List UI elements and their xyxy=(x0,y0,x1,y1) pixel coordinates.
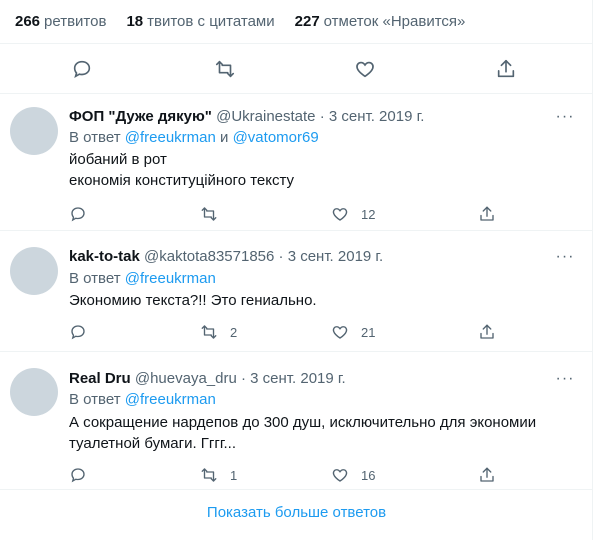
like-count: 21 xyxy=(361,324,376,340)
tweet-date[interactable]: 3 сент. 2019 г. xyxy=(329,108,425,125)
show-more-replies-link[interactable]: Показать больше ответов xyxy=(0,504,593,521)
like-icon xyxy=(332,208,348,221)
in-reply-to: В ответ @freeukrman xyxy=(69,269,216,289)
mention-joiner: и xyxy=(220,129,229,146)
reply-icon xyxy=(73,60,91,79)
reply-button[interactable] xyxy=(69,56,95,82)
like-icon xyxy=(356,61,374,78)
reply-tweet[interactable]: ФОП "Дуже дякую" @Ukrainestate · 3 сент.… xyxy=(0,94,593,231)
tweet-date[interactable]: 3 сент. 2019 г. xyxy=(288,248,384,265)
retweet-button[interactable] xyxy=(212,56,238,82)
share-button[interactable] xyxy=(478,322,496,342)
in-reply-to: В ответ @freeukrman xyxy=(69,390,216,410)
more-icon: ··· xyxy=(555,108,575,125)
retweet-icon xyxy=(201,468,217,482)
conversation-panel: 266 ретвитов 18 твитов с цитатами 227 отмет… xyxy=(0,0,593,540)
tweet-stats: 266 ретвитов 18 твитов с цитатами 227 отмет… xyxy=(0,0,593,44)
like-button[interactable]: 12 xyxy=(331,204,375,224)
reply-button[interactable] xyxy=(69,465,87,485)
share-button[interactable] xyxy=(478,204,496,224)
more-options-button[interactable]: ··· xyxy=(555,247,575,267)
author-handle[interactable]: @Ukrainestate xyxy=(216,108,315,125)
like-count: 16 xyxy=(361,467,376,483)
in-reply-prefix: В ответ xyxy=(69,270,121,287)
likes-stat[interactable]: 227 отметок «Нравится» xyxy=(295,13,466,30)
share-button[interactable] xyxy=(493,56,519,82)
avatar[interactable] xyxy=(10,247,58,295)
author-name[interactable]: Real Dru xyxy=(69,370,131,387)
tweet-text-line: економія конституційного тексту xyxy=(69,172,295,189)
like-button[interactable]: 21 xyxy=(331,322,375,342)
avatar[interactable] xyxy=(10,107,58,155)
share-icon xyxy=(480,467,494,482)
retweet-count: 2 xyxy=(230,324,238,340)
reply-button[interactable] xyxy=(69,204,87,224)
reply-header: kak-to-tak @kaktota83571856 · 3 сент. 20… xyxy=(69,247,383,267)
quotes-stat[interactable]: 18 твитов с цитатами xyxy=(126,13,274,30)
more-icon: ··· xyxy=(555,248,575,265)
like-count: 12 xyxy=(361,206,376,222)
more-options-button[interactable]: ··· xyxy=(555,369,575,389)
retweet-icon xyxy=(201,207,217,221)
avatar[interactable] xyxy=(10,368,58,416)
retweet-icon xyxy=(215,60,235,78)
mention-link[interactable]: @freeukrman xyxy=(125,391,216,408)
reply-actions: 1 16 xyxy=(69,465,499,485)
reply-actions: 2 21 xyxy=(69,322,499,342)
author-handle[interactable]: @huevaya_dru xyxy=(135,370,237,387)
author-name[interactable]: kak-to-tak xyxy=(69,248,140,265)
mention-link[interactable]: @freeukrman xyxy=(125,129,216,146)
like-icon xyxy=(332,469,348,482)
likes-label: отметок «Нравится» xyxy=(323,13,466,30)
author-name[interactable]: ФОП "Дуже дякую" xyxy=(69,108,212,125)
in-reply-to: В ответ @freeukrman и @vatomor69 xyxy=(69,128,319,148)
mention-link[interactable]: @vatomor69 xyxy=(233,129,319,146)
separator-dot: · xyxy=(241,370,246,387)
reply-tweet[interactable]: Real Dru @huevaya_dru · 3 сент. 2019 г. … xyxy=(0,352,593,490)
author-handle[interactable]: @kaktota83571856 xyxy=(144,248,274,265)
reply-tweet[interactable]: kak-to-tak @kaktota83571856 · 3 сент. 20… xyxy=(0,231,593,352)
share-button[interactable] xyxy=(478,465,496,485)
retweet-count: 1 xyxy=(230,467,238,483)
retweets-stat[interactable]: 266 ретвитов xyxy=(15,13,106,30)
in-reply-prefix: В ответ xyxy=(69,129,121,146)
retweet-icon xyxy=(201,325,217,339)
tweet-text-line: Экономию текста?!! Это гениально. xyxy=(69,292,317,309)
quotes-count: 18 xyxy=(126,13,144,30)
reply-header: ФОП "Дуже дякую" @Ukrainestate · 3 сент.… xyxy=(69,107,424,127)
share-icon xyxy=(497,59,515,78)
tweet-text-line: йобаний в рот xyxy=(69,151,167,168)
reply-actions: 12 xyxy=(69,204,499,224)
retweets-label: ретвитов xyxy=(44,13,107,30)
tweet-date[interactable]: 3 сент. 2019 г. xyxy=(250,370,346,387)
like-button[interactable]: 16 xyxy=(331,465,375,485)
share-icon xyxy=(480,324,494,339)
reply-icon xyxy=(71,325,85,340)
quotes-label: твитов с цитатами xyxy=(147,13,275,30)
retweet-button[interactable] xyxy=(200,204,230,224)
more-options-button[interactable]: ··· xyxy=(555,107,575,127)
retweet-button[interactable]: 2 xyxy=(200,322,237,342)
reply-icon xyxy=(71,207,85,222)
reply-header: Real Dru @huevaya_dru · 3 сент. 2019 г. xyxy=(69,369,346,389)
tweet-text-line: туалетной бумаги. Гггг... xyxy=(69,435,236,452)
retweets-count: 266 xyxy=(15,13,41,30)
more-icon: ··· xyxy=(555,370,575,387)
like-button[interactable] xyxy=(352,56,378,82)
in-reply-prefix: В ответ xyxy=(69,391,121,408)
separator-dot: · xyxy=(278,248,284,265)
separator-dot: · xyxy=(319,108,325,125)
tweet-text-line: А сокращение нардепов до 300 душ, исключ… xyxy=(69,414,537,431)
retweet-button[interactable]: 1 xyxy=(200,465,237,485)
mention-link[interactable]: @freeukrman xyxy=(125,270,216,287)
like-icon xyxy=(332,326,348,339)
likes-count: 227 xyxy=(294,13,320,30)
reply-button[interactable] xyxy=(69,322,87,342)
reply-icon xyxy=(71,468,85,483)
share-icon xyxy=(480,206,494,221)
main-tweet-actions xyxy=(0,44,593,94)
